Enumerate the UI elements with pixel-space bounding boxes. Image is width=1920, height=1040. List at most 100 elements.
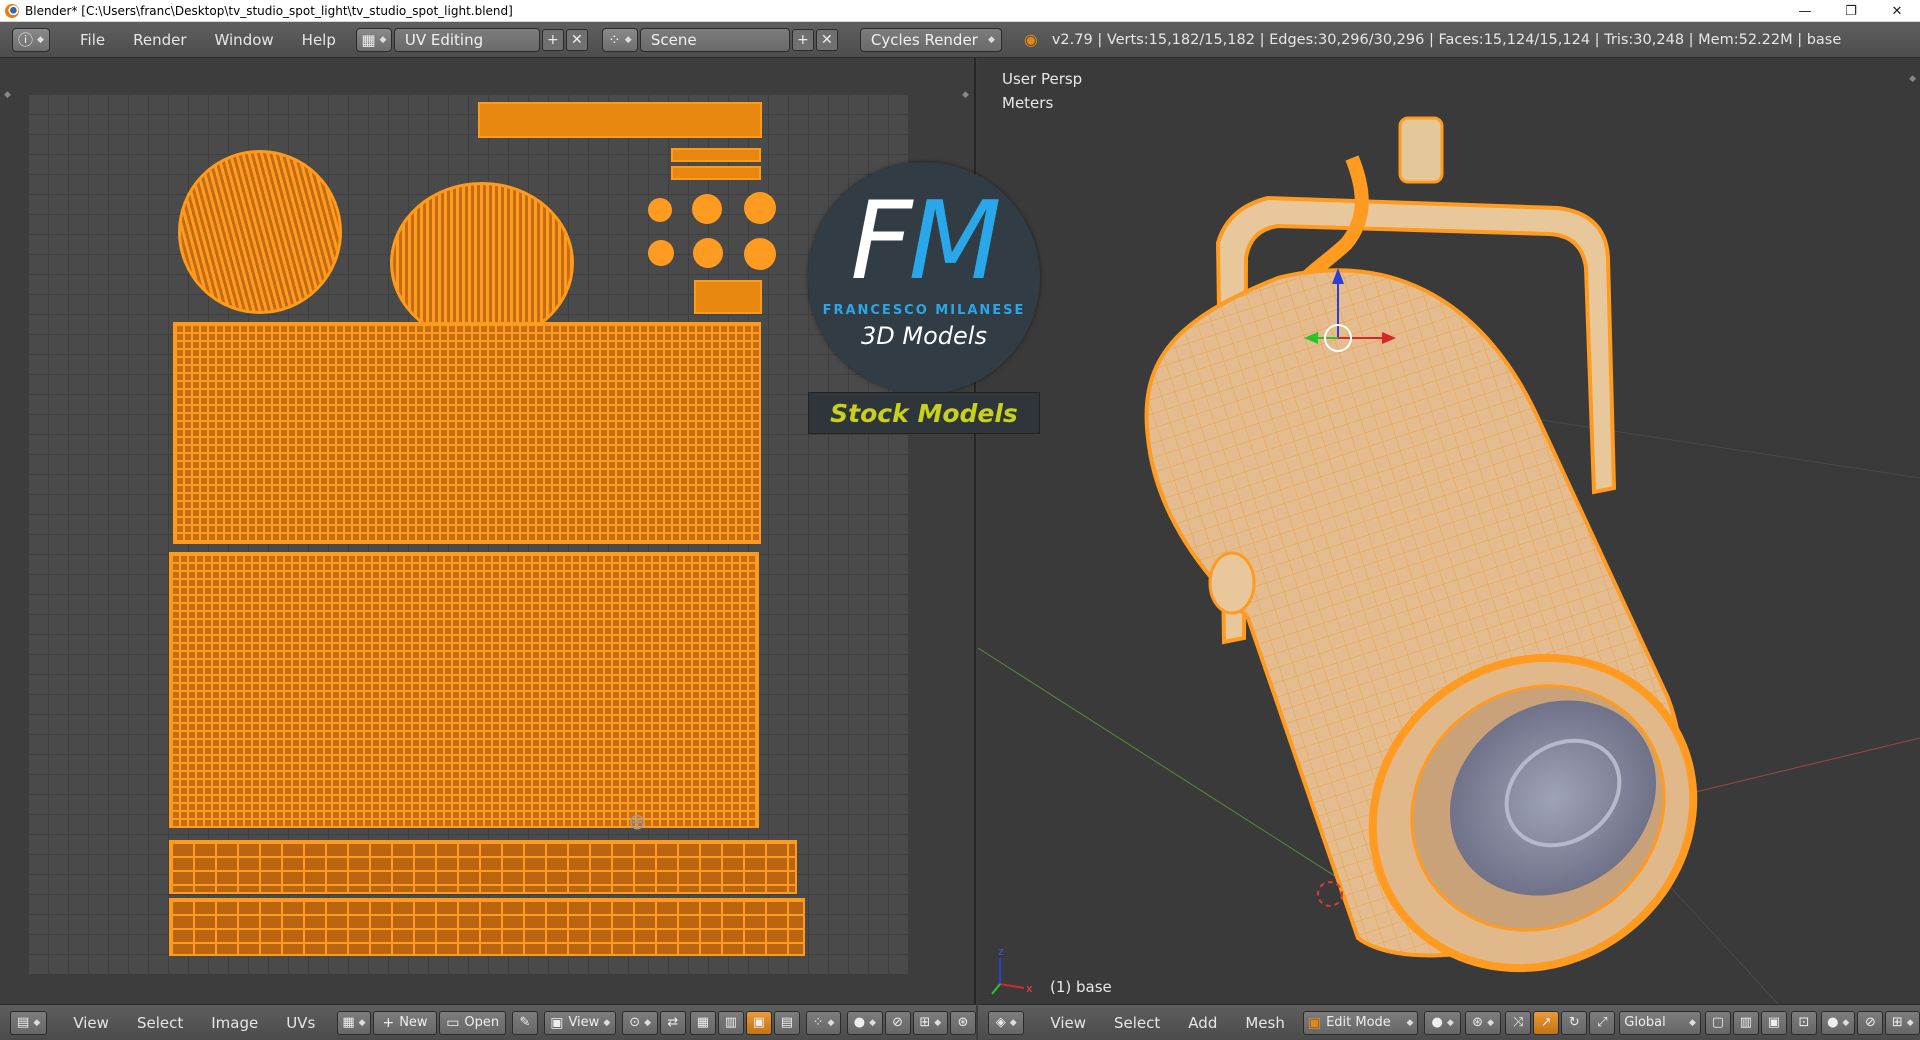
uv-island-strip[interactable]: [671, 166, 761, 180]
add-scene-icon[interactable]: +: [791, 28, 814, 51]
add-layout-icon[interactable]: +: [541, 28, 564, 51]
snap-icon[interactable]: ⊘: [1857, 1010, 1884, 1035]
scene-field[interactable]: Scene: [639, 27, 790, 52]
select-vertex-icon[interactable]: ▦: [689, 1010, 716, 1035]
pivot-icon[interactable]: ⊙ ◆: [622, 1010, 658, 1035]
info-header: ⓘ ◆ File Render Window Help ▦ ◆ UV Editing…: [0, 22, 1920, 58]
render-engine-select[interactable]: Cycles Render ◆: [859, 27, 1002, 52]
scale-manipulator-icon[interactable]: ⤢: [1589, 1010, 1616, 1035]
open-image-button[interactable]: ▭ Open: [439, 1010, 506, 1035]
uv-editor-header: ▤ ◆ View Select Image UVs ▦ ◆ + New ▭ Open ✎…: [0, 1004, 976, 1040]
mode-select[interactable]: ▣ Edit Mode ◆: [1302, 1010, 1419, 1035]
snap-icon[interactable]: ⊘: [884, 1010, 911, 1035]
active-object-label: (1) base: [1050, 978, 1112, 996]
sticky-selection-icon[interactable]: ⁘ ◆: [805, 1010, 842, 1035]
pivot-point-icon[interactable]: ⊛ ◆: [1464, 1010, 1502, 1035]
uv-island-dot[interactable]: [693, 238, 723, 268]
layout-browse-icon[interactable]: ▦ ◆: [355, 27, 392, 52]
uv-island-sphere[interactable]: [390, 182, 574, 344]
scene-browse-icon[interactable]: ⁘ ◆: [601, 27, 638, 52]
proportional-edit-icon[interactable]: ● ◆: [1820, 1010, 1856, 1035]
logo-brand: FRANCESCO MILANESE: [822, 303, 1026, 318]
translate-manipulator-icon[interactable]: ↗: [1533, 1010, 1560, 1035]
menu-render[interactable]: Render: [119, 31, 200, 49]
view-icon: ▣: [550, 1014, 564, 1031]
select-edge-icon[interactable]: ▥: [717, 1010, 744, 1035]
editor-type-3d-icon[interactable]: ◈ ◆: [988, 1010, 1025, 1035]
uv-island-bracket[interactable]: [169, 840, 797, 894]
blender-icon: ◉: [1023, 30, 1038, 49]
region-toggle-icon[interactable]: ◆: [962, 90, 969, 100]
sync-selection-icon[interactable]: ⇄: [659, 1010, 686, 1035]
menu-file[interactable]: File: [66, 31, 119, 49]
uv-island-dot[interactable]: [744, 192, 776, 224]
remove-layout-icon[interactable]: ✕: [565, 28, 588, 51]
logo-initials: FM: [850, 179, 1001, 304]
occlude-geometry-icon[interactable]: ⊡: [1790, 1010, 1817, 1035]
close-button[interactable]: ✕: [1874, 0, 1920, 22]
axis-widget-z-label: z: [998, 945, 1004, 958]
uv-island-dot[interactable]: [744, 238, 776, 270]
select-face-icon[interactable]: ▣: [745, 1010, 772, 1035]
uv-island-bracket[interactable]: [169, 898, 805, 956]
editor-type-info-icon[interactable]: ⓘ ◆: [12, 27, 50, 52]
3d-viewport[interactable]: User Persp Meters ◆ z x (1) base: [978, 58, 1920, 1004]
uv-island-strip[interactable]: [478, 102, 762, 138]
uv-island-dot[interactable]: [648, 198, 672, 222]
manipulator-toggle-icon[interactable]: ⤨: [1505, 1010, 1532, 1035]
minimize-button[interactable]: —: [1782, 0, 1828, 22]
snap-target-icon[interactable]: ⊞ ◆: [912, 1010, 948, 1035]
uv-grid[interactable]: ⊕: [28, 94, 908, 974]
view-mode-select[interactable]: ▣ View ◆: [543, 1010, 617, 1035]
uv-island-cylinder[interactable]: [169, 552, 759, 828]
uv-island-dot[interactable]: [692, 194, 722, 224]
logo-stock-banner: Stock Models: [808, 392, 1040, 434]
proportional-edit-icon[interactable]: ● ◆: [847, 1010, 883, 1035]
snap-element-icon[interactable]: ⊞ ◆: [1885, 1010, 1920, 1035]
uv-island-strip[interactable]: [671, 148, 761, 162]
uv-island-dot[interactable]: [648, 240, 674, 266]
uv-island-sphere[interactable]: [178, 150, 342, 314]
uv-menu-uvs[interactable]: UVs: [272, 1014, 329, 1032]
maximize-button[interactable]: ❐: [1828, 0, 1874, 22]
axis-widget-x: [999, 983, 1025, 989]
side-knob[interactable]: [1208, 551, 1256, 615]
editor-type-image-icon[interactable]: ▤ ◆: [10, 1010, 48, 1035]
axis-widget-y: [991, 983, 1001, 995]
remove-scene-icon[interactable]: ✕: [815, 28, 838, 51]
menu-window[interactable]: Window: [201, 31, 288, 49]
image-browse-icon[interactable]: ▦ ◆: [337, 1010, 371, 1035]
uv-menu-select[interactable]: Select: [123, 1014, 197, 1032]
3d-menu-view[interactable]: View: [1036, 1014, 1100, 1032]
viewport-shading-icon[interactable]: ● ◆: [1424, 1010, 1461, 1035]
face-select-icon[interactable]: ▣: [1760, 1010, 1787, 1035]
3d-menu-mesh[interactable]: Mesh: [1231, 1014, 1299, 1032]
menu-help[interactable]: Help: [288, 31, 350, 49]
3d-menu-add[interactable]: Add: [1174, 1014, 1231, 1032]
uv-island-block[interactable]: [694, 280, 762, 314]
vertex-select-icon[interactable]: ▢: [1704, 1010, 1731, 1035]
3d-viewport-header: ◈ ◆ View Select Add Mesh ▣ Edit Mode ◆ ● ◆ ⊛…: [978, 1004, 1920, 1040]
select-island-icon[interactable]: ▤: [773, 1010, 800, 1035]
3d-menu-select[interactable]: Select: [1100, 1014, 1174, 1032]
3d-cursor-icon[interactable]: [1317, 881, 1343, 907]
new-image-button[interactable]: + New: [372, 1010, 438, 1035]
uv-menu-image[interactable]: Image: [197, 1014, 272, 1032]
screen-layout-field[interactable]: UV Editing: [393, 27, 540, 52]
axis-widget-x-label: x: [1026, 982, 1033, 995]
logo-subtitle: 3D Models: [861, 322, 987, 350]
2d-cursor-icon[interactable]: ⊕: [628, 810, 646, 835]
region-toggle-icon[interactable]: ◆: [4, 90, 11, 100]
window-title-bar: Blender* [C:\Users\franc\Desktop\tv_stud…: [0, 0, 1920, 22]
spotlight-model[interactable]: z x: [978, 58, 1920, 1004]
scene-statistics: v2.79 | Verts:15,182/15,182 | Edges:30,2…: [1051, 31, 1842, 48]
rotate-manipulator-icon[interactable]: ↻: [1561, 1010, 1588, 1035]
uv-extra-icon[interactable]: ⊛: [949, 1010, 976, 1035]
uv-island-cylinder[interactable]: [173, 322, 761, 544]
pin-icon[interactable]: ✎: [511, 1010, 538, 1035]
window-title: Blender* [C:\Users\franc\Desktop\tv_stud…: [25, 3, 513, 18]
transform-orientation-select[interactable]: Global ◆: [1619, 1010, 1701, 1035]
edge-select-icon[interactable]: ▥: [1732, 1010, 1759, 1035]
mount-pin[interactable]: [1398, 116, 1444, 184]
uv-menu-view[interactable]: View: [59, 1014, 123, 1032]
